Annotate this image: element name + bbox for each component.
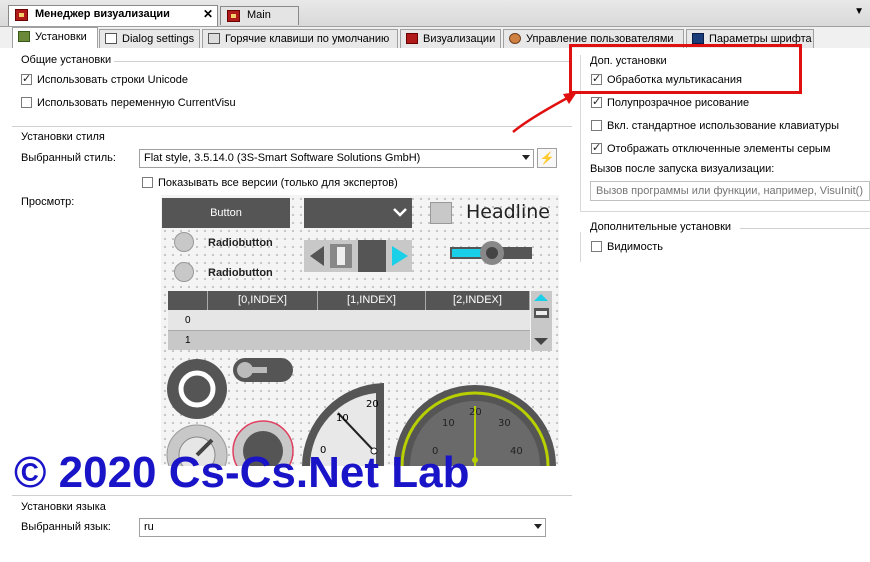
preview-headline: Headline — [466, 201, 550, 223]
doc-tab-visualization-manager[interactable]: Менеджер визуализации ✕ — [8, 5, 218, 26]
gauge-tick-label: 20 — [366, 399, 379, 410]
watermark: © 2020 Cs-Cs.Net Lab — [14, 448, 470, 497]
divider — [740, 228, 870, 229]
row-index: 1 — [185, 335, 191, 346]
preview-spinner — [304, 240, 412, 272]
chevron-down-icon — [534, 524, 542, 529]
tab-label: Горячие клавиши по умолчанию — [225, 33, 390, 45]
language-select-value: ru — [144, 521, 154, 533]
program-icon — [227, 10, 240, 22]
table-scrollbar — [531, 291, 552, 351]
currentvisu-label: Использовать переменную CurrentVisu — [37, 97, 236, 109]
divider — [12, 126, 572, 127]
lightning-icon[interactable]: ⚡ — [537, 148, 557, 168]
preview-combobox — [304, 198, 412, 228]
language-settings-title: Установки языка — [21, 501, 106, 513]
font-icon — [692, 33, 704, 44]
gauge-tick-label: 40 — [510, 446, 523, 457]
doc-tab-label: Менеджер визуализации — [35, 8, 170, 20]
visualization-manager-icon — [15, 9, 28, 21]
gauge-tick-label: 20 — [469, 407, 482, 418]
preview-slider — [450, 238, 534, 268]
keyboard-icon — [208, 33, 220, 44]
unicode-label: Использовать строки Unicode — [37, 74, 188, 86]
row-index: 0 — [185, 315, 191, 326]
style-select-value: Flat style, 3.5.14.0 (3S-Smart Software … — [144, 152, 421, 164]
dialog-icon — [105, 33, 117, 44]
tab-hotkeys[interactable]: Горячие клавиши по умолчанию — [202, 29, 398, 48]
preview-radio-label: Radiobutton — [208, 237, 273, 249]
divider — [114, 61, 571, 62]
language-select[interactable]: ru — [139, 518, 546, 537]
semitransparent-checkbox[interactable] — [591, 95, 602, 108]
tab-list-dropdown-icon[interactable]: ▼ — [854, 6, 864, 17]
document-tab-bar: Менеджер визуализации ✕ Main ▼ — [0, 0, 870, 27]
table-row: 1 — [168, 331, 530, 350]
tab-label: Установки — [35, 31, 87, 43]
visibility-label: Видимость — [607, 241, 663, 253]
currentvisu-checkbox[interactable] — [21, 97, 32, 108]
preview-radio-label: Radiobutton — [208, 267, 273, 279]
annotation-arrow-icon — [512, 92, 577, 133]
preview-checkbox — [430, 202, 452, 224]
tab-settings[interactable]: Установки — [12, 27, 98, 49]
after-start-input[interactable] — [590, 181, 870, 201]
tab-visualizations[interactable]: Визуализации — [400, 29, 501, 48]
table-header: [2,INDEX] — [426, 291, 530, 310]
divider — [580, 232, 581, 262]
disabled-gray-checkbox[interactable] — [591, 141, 602, 154]
visualization-icon — [406, 33, 418, 44]
show-all-versions-checkbox[interactable] — [142, 177, 153, 188]
gauge-tick-label: 30 — [498, 418, 511, 429]
preview-radiobutton — [174, 232, 194, 252]
preview-button: Button — [162, 198, 290, 228]
after-start-label: Вызов после запуска визуализации: — [590, 163, 775, 175]
keyboard-usage-label: Вкл. стандартное использование клавиатур… — [607, 120, 840, 132]
annotation-highlight-box — [569, 44, 802, 94]
selected-style-label: Выбранный стиль: — [21, 152, 116, 164]
visibility-checkbox[interactable] — [591, 241, 602, 252]
doc-tab-main[interactable]: Main — [220, 6, 299, 25]
table-row: 0 — [168, 310, 530, 331]
style-select[interactable]: Flat style, 3.5.14.0 (3S-Smart Software … — [139, 149, 534, 168]
unicode-checkbox[interactable] — [21, 72, 32, 85]
general-settings-title: Общие установки — [21, 54, 112, 66]
preview-label: Просмотр: — [21, 196, 75, 208]
chevron-down-icon — [522, 155, 530, 160]
doc-tab-label: Main — [247, 9, 271, 21]
table-header: [0,INDEX] — [208, 291, 318, 310]
chevron-down-icon — [393, 208, 407, 217]
semitransparent-label: Полупрозрачное рисование — [607, 97, 750, 109]
table-corner — [168, 291, 208, 310]
keyboard-usage-checkbox[interactable] — [591, 120, 602, 131]
users-icon — [509, 33, 521, 44]
show-all-versions-label: Показывать все версии (только для экспер… — [158, 177, 398, 189]
tab-label: Dialog settings — [122, 33, 195, 45]
additional-settings-title: Дополнительные установки — [590, 221, 732, 233]
gauge-tick-label: 10 — [442, 418, 455, 429]
tab-label: Визуализации — [423, 33, 496, 45]
preview-round-button — [166, 358, 228, 420]
table-header: [1,INDEX] — [318, 291, 426, 310]
preview-toggle — [233, 358, 293, 382]
preview-radiobutton — [174, 262, 194, 282]
gauge-tick-label: 10 — [336, 413, 349, 424]
disabled-gray-label: Отображать отключенные элементы серым — [607, 143, 831, 155]
wrench-icon — [18, 31, 30, 42]
tab-dialog-settings[interactable]: Dialog settings — [99, 29, 200, 48]
selected-language-label: Выбранный язык: — [21, 521, 111, 533]
style-settings-title: Установки стиля — [21, 131, 105, 143]
close-icon[interactable]: ✕ — [203, 7, 213, 21]
